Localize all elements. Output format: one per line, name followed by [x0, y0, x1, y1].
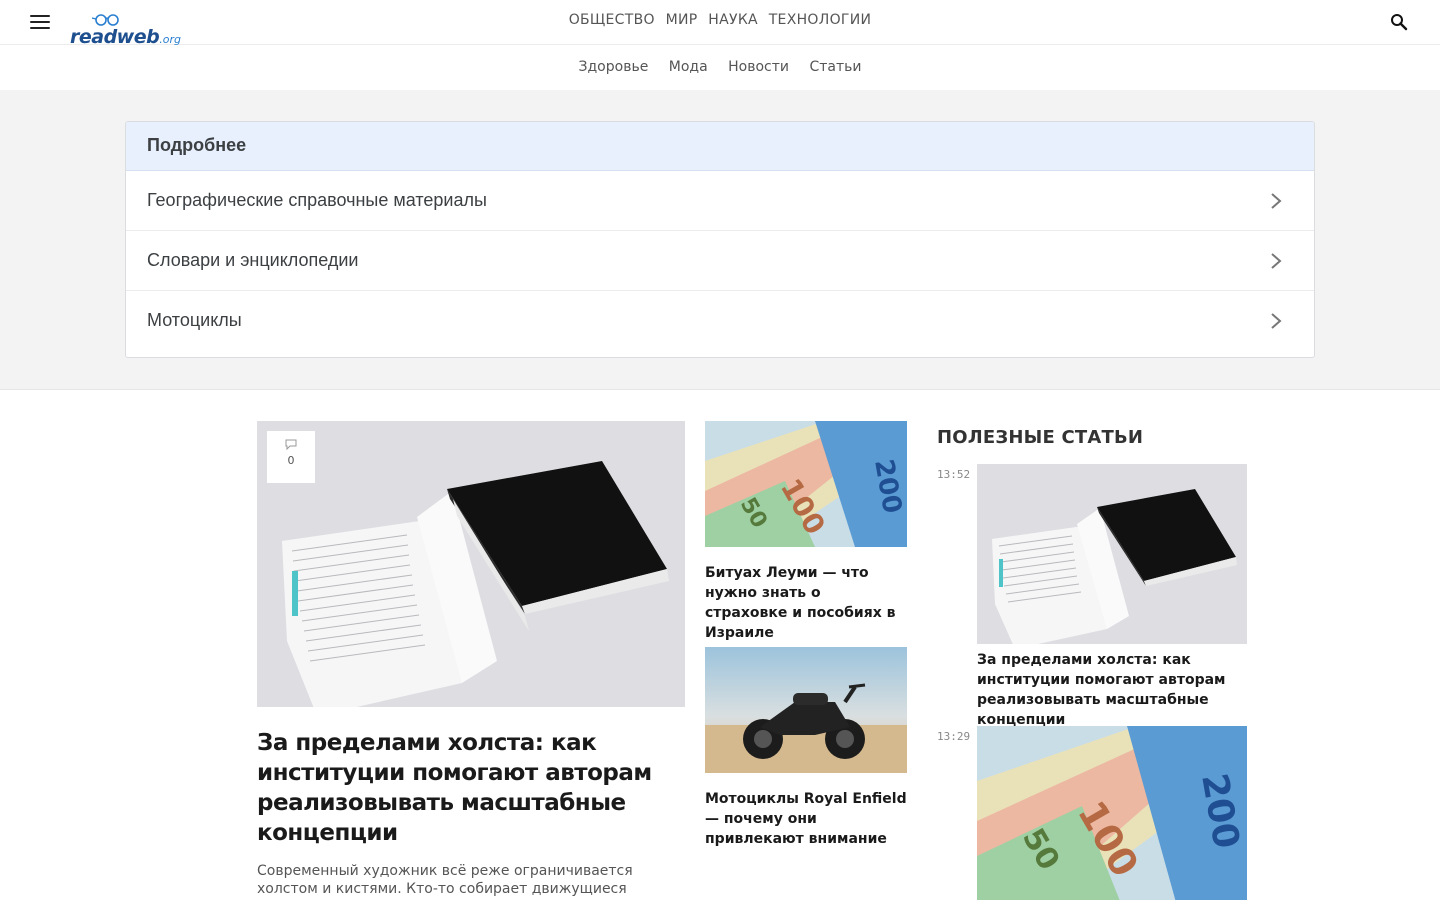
topnav-society[interactable]: ОБЩЕСТВО — [569, 12, 655, 28]
sidebar-article-time: 13:29 — [937, 730, 971, 743]
related-item-label: Словари и энциклопедии — [147, 250, 359, 270]
mid-article-title: Мотоциклы Royal Enfield — почему они при… — [705, 791, 907, 847]
sidebar-article-title[interactable]: За пределами холста: как институции помо… — [977, 650, 1252, 730]
banknotes-image: 100 200 50 — [977, 726, 1247, 900]
featured-excerpt: Современный художник всё реже ограничива… — [257, 863, 633, 900]
sub-nav: Здоровье Мода Новости Статьи — [0, 45, 1440, 90]
mid-article-title: Битуах Леуми — что нужно знать о страхов… — [705, 565, 896, 641]
related-item-geography[interactable]: Географические справочные материалы — [126, 171, 1314, 231]
top-nav: ОБЩЕСТВО МИР НАУКА ТЕХНОЛОГИИ — [0, 12, 1440, 28]
chevron-right-icon — [1271, 313, 1282, 329]
mid-article-image: 100 200 50 — [705, 421, 907, 547]
chevron-right-icon — [1271, 193, 1282, 209]
comment-icon — [285, 439, 297, 450]
related-card: Подробнее Географические справочные мате… — [125, 121, 1315, 358]
featured-image[interactable] — [257, 421, 685, 707]
subnav-fashion[interactable]: Мода — [669, 59, 708, 75]
motorcycle-image — [705, 647, 907, 773]
sidebar-article-image[interactable] — [977, 464, 1247, 644]
comment-count: 0 — [287, 454, 295, 467]
mid-article-card[interactable]: 100 200 50 Битуах Леуми — что нужно знат… — [705, 421, 907, 643]
comment-count-badge[interactable]: 0 — [267, 431, 315, 483]
sidebar-heading: ПОЛЕЗНЫЕ СТАТЬИ — [937, 427, 1144, 448]
related-item-dictionaries[interactable]: Словари и энциклопедии — [126, 231, 1314, 291]
mid-article-card[interactable]: Мотоциклы Royal Enfield — почему они при… — [705, 647, 907, 849]
book-image — [257, 421, 685, 707]
search-icon[interactable] — [1390, 13, 1408, 31]
banknotes-image: 100 200 50 — [705, 421, 907, 547]
sidebar-article-time: 13:52 — [937, 468, 971, 481]
related-title: Подробнее — [126, 122, 1314, 171]
top-header: readweb.org ОБЩЕСТВО МИР НАУКА ТЕХНОЛОГИ… — [0, 0, 1440, 48]
subnav-news[interactable]: Новости — [728, 59, 789, 75]
topnav-technology[interactable]: ТЕХНОЛОГИИ — [769, 12, 872, 28]
subnav-articles[interactable]: Статьи — [809, 59, 861, 75]
topnav-science[interactable]: НАУКА — [708, 12, 758, 28]
sidebar-article-image[interactable]: 100 200 50 — [977, 726, 1247, 900]
related-item-label: Географические справочные материалы — [147, 190, 487, 210]
book-image — [977, 464, 1247, 644]
related-band: Подробнее Географические справочные мате… — [0, 90, 1440, 390]
topnav-world[interactable]: МИР — [666, 12, 698, 28]
chevron-right-icon — [1271, 253, 1282, 269]
related-item-motorcycles[interactable]: Мотоциклы — [126, 291, 1314, 351]
subnav-health[interactable]: Здоровье — [579, 59, 649, 75]
mid-article-image — [705, 647, 907, 773]
featured-title[interactable]: За пределами холста: как институции помо… — [257, 728, 687, 848]
related-item-label: Мотоциклы — [147, 310, 242, 330]
